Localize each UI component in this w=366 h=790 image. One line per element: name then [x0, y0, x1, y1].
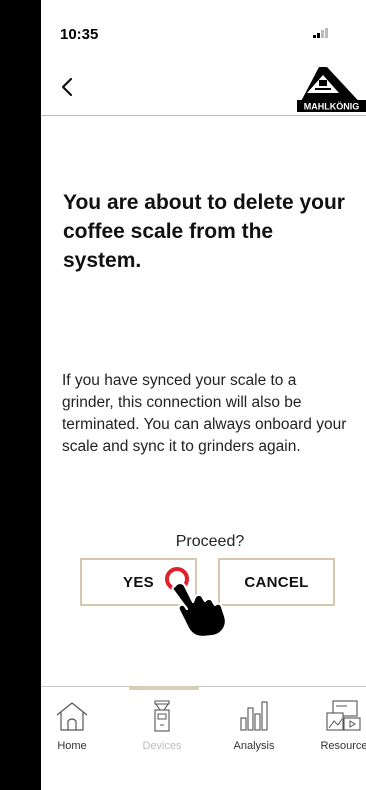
mahlkonig-logo: MAHLKÖNIG — [297, 67, 366, 112]
back-button[interactable] — [55, 74, 81, 100]
home-icon — [56, 702, 88, 731]
nav-analysis[interactable]: Analysis — [219, 700, 289, 752]
header-divider — [41, 115, 366, 116]
proceed-prompt: Proceed? — [175, 533, 245, 550]
signal-icon — [313, 28, 328, 38]
nav-resource[interactable]: Resource — [309, 700, 366, 752]
bar-chart-icon — [240, 701, 268, 731]
nav-analysis-label: Analysis — [233, 740, 275, 752]
chevron-left-icon — [61, 77, 73, 97]
active-tab-indicator — [129, 686, 199, 690]
nav-home[interactable]: Home — [41, 700, 107, 752]
nav-resource-label: Resource — [320, 740, 366, 752]
nav-home-label: Home — [57, 740, 87, 752]
app-screen: 10:35 MAHLKÖNIG You are about to delete … — [41, 0, 366, 790]
pointing-hand-icon — [171, 581, 227, 638]
nav-divider — [41, 686, 366, 687]
status-time: 10:35 — [60, 26, 99, 43]
grinder-icon — [154, 700, 170, 732]
resources-icon — [326, 700, 361, 731]
svg-text:MAHLKÖNIG: MAHLKÖNIG — [304, 102, 360, 112]
dialog-message: If you have synced your scale to a grind… — [62, 372, 347, 455]
nav-devices[interactable]: Devices — [127, 700, 197, 752]
cancel-button[interactable]: CANCEL — [218, 558, 335, 606]
dialog-title: You are about to delete your coffee scal… — [63, 191, 345, 272]
nav-devices-label: Devices — [142, 740, 182, 752]
